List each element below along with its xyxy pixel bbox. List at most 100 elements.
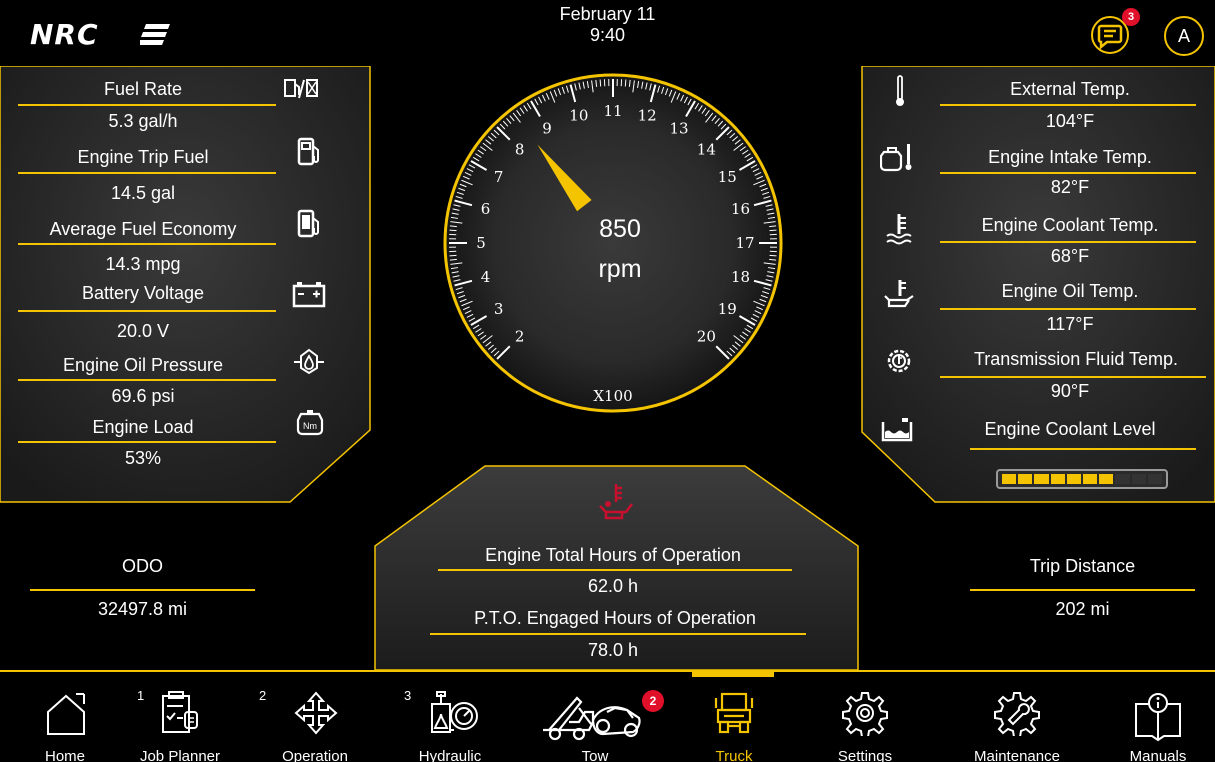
coolant-temp-value: 68°F xyxy=(1050,246,1090,266)
divider xyxy=(940,172,1196,174)
trip-label: Trip Distance xyxy=(1029,556,1136,576)
truck-icon xyxy=(714,692,754,734)
oil-pressure-icon xyxy=(294,348,324,375)
coolant-level-segment xyxy=(1131,474,1146,484)
gauge-tick-label: 6 xyxy=(481,200,491,218)
gauge-tick xyxy=(769,254,777,257)
transmission-temp-value: 90°F xyxy=(1050,381,1090,401)
messages-badge: 3 xyxy=(1122,8,1140,26)
odo-value: 32497.8 mi xyxy=(97,599,188,619)
gauge-tick-label: 11 xyxy=(603,102,622,120)
intake-temp-label: Engine Intake Temp. xyxy=(988,147,1152,167)
nav-hydraulic-number: 3 xyxy=(404,688,412,703)
coolant-level-segment xyxy=(1083,474,1098,484)
svg-text:Nm: Nm xyxy=(303,421,317,431)
gauge-tick xyxy=(624,79,627,87)
divider xyxy=(970,448,1196,450)
coolant-level-segment xyxy=(1115,474,1130,484)
manual-book-icon xyxy=(1135,693,1181,742)
nav-settings-label: Settings xyxy=(837,748,893,762)
divider xyxy=(18,379,276,381)
gauge-tick-label: 4 xyxy=(481,268,491,286)
pto-warning-icon xyxy=(599,484,633,520)
avg-fuel-economy-value: 14.3 mpg xyxy=(105,254,181,274)
nav-operation-number: 2 xyxy=(259,688,267,703)
engine-load-value: 53% xyxy=(124,448,162,468)
nav-tow[interactable]: Tow xyxy=(525,672,665,762)
gauge-tick-label: 19 xyxy=(718,300,737,318)
brand-logo: NRC xyxy=(30,18,99,51)
bottom-navigation: Home 1 Job Planner 2 Operation 3 Hydraul… xyxy=(0,670,1215,762)
coolant-level-label: Engine Coolant Level xyxy=(984,419,1156,439)
nav-operation[interactable]: 2 Operation xyxy=(255,672,375,762)
nav-home[interactable]: Home xyxy=(30,672,100,762)
intake-temp-icon xyxy=(880,144,912,172)
gauge-multiplier: X100 xyxy=(593,387,632,405)
gauge-tick-label: 12 xyxy=(638,106,657,124)
engine-hours-label: Engine Total Hours of Operation xyxy=(485,545,741,565)
user-avatar[interactable]: A xyxy=(1164,16,1204,56)
top-bar: NRC February 11 9:40 3 A xyxy=(0,0,1215,66)
divider xyxy=(18,243,276,245)
gauge-tick-label: 16 xyxy=(731,200,750,218)
nav-home-label: Home xyxy=(44,748,85,762)
coolant-level-bar xyxy=(996,469,1168,489)
engine-trip-fuel-value: 14.5 gal xyxy=(110,183,176,203)
wrench-gear-icon xyxy=(994,692,1040,736)
coolant-temp-icon xyxy=(886,214,912,245)
oil-temp-label: Engine Oil Temp. xyxy=(1001,281,1139,301)
coolant-level-segment xyxy=(1002,474,1017,484)
divider xyxy=(940,241,1196,243)
intake-temp-value: 82°F xyxy=(1050,177,1090,197)
nav-manuals[interactable]: Manuals xyxy=(1118,672,1198,762)
gauge-tick-label: 14 xyxy=(697,141,716,159)
nav-job-planner[interactable]: 1 Job Planner xyxy=(125,672,235,762)
transmission-temp-icon xyxy=(887,349,911,373)
nav-manuals-label: Manuals xyxy=(1129,748,1187,762)
nav-job-planner-number: 1 xyxy=(137,688,145,703)
brand-logo-stripes-icon xyxy=(140,24,170,45)
coolant-level-segment xyxy=(1066,474,1082,484)
fuel-economy-icon xyxy=(297,209,319,238)
rpm-value: 850 xyxy=(599,215,641,243)
avg-fuel-economy-label: Average Fuel Economy xyxy=(49,219,237,239)
nav-tow-label: Tow xyxy=(581,748,609,762)
nav-maintenance[interactable]: Maintenance xyxy=(962,672,1072,762)
rpm-unit: rpm xyxy=(598,255,642,283)
fuel-rate-value: 5.3 gal/h xyxy=(108,111,178,131)
divider xyxy=(940,104,1196,106)
gauge-tick-label: 3 xyxy=(494,300,504,318)
coolant-temp-label: Engine Coolant Temp. xyxy=(981,215,1159,235)
oil-pressure-value: 69.6 psi xyxy=(111,386,175,406)
nav-truck[interactable]: Truck xyxy=(694,672,774,762)
divider xyxy=(30,589,255,591)
gauge-tick-label: 7 xyxy=(494,168,504,186)
nav-operation-label: Operation xyxy=(282,748,348,762)
divider xyxy=(438,569,792,571)
external-temp-value: 104°F xyxy=(1045,111,1095,131)
odo-label: ODO xyxy=(121,556,163,576)
date-text: February 11 xyxy=(559,4,656,24)
job-planner-icon xyxy=(162,691,198,733)
pto-hours-value: 78.0 h xyxy=(587,640,639,660)
coolant-level-segment xyxy=(1034,474,1049,484)
fuel-pump-icon xyxy=(297,137,319,166)
gauge-tick xyxy=(599,79,602,87)
engine-load-label: Engine Load xyxy=(92,417,194,437)
transmission-temp-label: Transmission Fluid Temp. xyxy=(973,349,1179,369)
gauge-tick xyxy=(449,229,457,232)
divider xyxy=(940,308,1196,310)
nav-hydraulic[interactable]: 3 Hydraulic xyxy=(400,672,500,762)
nav-settings[interactable]: Settings xyxy=(820,672,910,762)
tow-badge: 2 xyxy=(642,690,664,712)
coolant-level-segment xyxy=(1050,474,1065,484)
divider xyxy=(18,172,276,174)
active-tab-indicator xyxy=(692,672,774,677)
oil-temp-icon xyxy=(884,280,914,308)
gauge-tick-label: 18 xyxy=(731,268,750,286)
external-temp-label: External Temp. xyxy=(1010,79,1130,99)
gauge-tick-label: 15 xyxy=(718,168,737,186)
coolant-level-segment xyxy=(1147,474,1163,484)
divider xyxy=(940,376,1206,378)
divider xyxy=(430,633,806,635)
